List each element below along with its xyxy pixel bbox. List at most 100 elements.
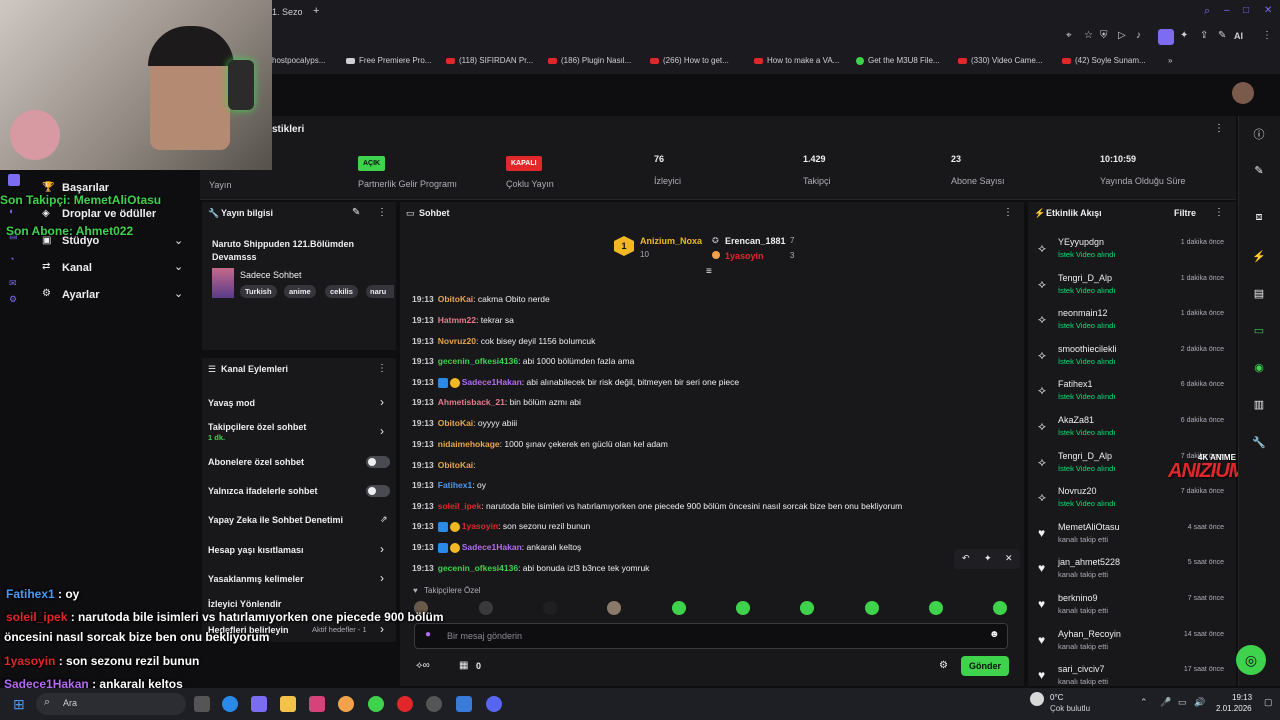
chevron-right-icon[interactable]: › — [380, 424, 384, 438]
list-item[interactable]: ⟡ Fatihex1 İstek Video alındı 6 dakika önce — [1038, 379, 1228, 413]
taskview-icon[interactable] — [194, 696, 210, 712]
chat-message[interactable]: 19:13 ObitoKai: oyyyy abiii — [412, 418, 517, 428]
list-item[interactable]: ⟡ YEyyupdgn İstek Video alındı 1 dakika önc… — [1038, 237, 1228, 271]
browser-tab-title[interactable]: 1. Sezo — [272, 7, 303, 17]
chat-username[interactable]: Hatmm22 — [438, 315, 476, 325]
chat-username[interactable]: 1yasoyin — [462, 521, 498, 531]
list-item[interactable]: ⟡ Novruz20 İstek Video alındı 7 dakika önce — [1038, 486, 1228, 520]
chat-username[interactable]: Fatihex1 — [438, 480, 473, 490]
twitch-icon[interactable] — [8, 174, 20, 186]
file-explorer-icon[interactable] — [280, 696, 296, 712]
activity-user[interactable]: MemetAliOtasu — [1058, 522, 1120, 532]
chevron-right-icon[interactable]: › — [380, 622, 384, 636]
bookmark-item[interactable]: (42) Soyle Sunam... — [1062, 56, 1146, 65]
obs-icon[interactable] — [426, 696, 442, 712]
chat-message[interactable]: 19:13 ObitoKai: cakma Obito nerde — [412, 294, 550, 304]
emote[interactable] — [543, 601, 557, 615]
activity-user[interactable]: berknino9 — [1058, 593, 1098, 603]
puzzle-icon[interactable]: ✦ — [1180, 30, 1188, 41]
list-item[interactable]: ♥ berknino9 kanalı takip etti 7 saat önce — [1038, 593, 1228, 627]
chat-username[interactable]: Novruz20 — [438, 336, 476, 346]
emote[interactable] — [479, 601, 493, 615]
gear-icon[interactable]: ⚙ — [939, 660, 948, 671]
search-box[interactable]: ⌕ Ara — [36, 693, 186, 715]
emote[interactable] — [865, 601, 879, 615]
chevron-up-icon[interactable]: ⌃ — [1140, 697, 1148, 708]
category-thumbnail[interactable] — [212, 268, 234, 298]
extension-icon[interactable] — [1158, 29, 1174, 45]
delete-icon[interactable]: ✕ — [1005, 553, 1013, 564]
stats-menu-icon[interactable]: ⋮ — [1214, 123, 1224, 134]
chat-message[interactable]: 19:13 gecenin_ofkesi4136: abi bonuda izl3… — [412, 563, 649, 573]
chat-message[interactable]: 19:13 Sadece1Hakan: ankaralı keltoş — [412, 542, 581, 553]
list-item[interactable]: ♥ Ayhan_Recoyin kanalı takip etti 14 saat ö… — [1038, 629, 1228, 663]
support-icon[interactable]: ◎ — [1236, 645, 1266, 675]
emote[interactable] — [929, 601, 943, 615]
weather-icon[interactable] — [1030, 692, 1044, 706]
chat-message[interactable]: 19:13 Novruz20: cok bisey deyil 1156 bolu… — [412, 336, 595, 346]
nav-rail-icon[interactable]: ◔ — [9, 254, 14, 264]
emote[interactable] — [736, 601, 750, 615]
reply-icon[interactable]: ↶ — [962, 553, 970, 564]
edit-icon[interactable]: ✎ — [1218, 30, 1226, 41]
emote[interactable] — [993, 601, 1007, 615]
chat-message[interactable]: 19:13 nidaimehokage: 1000 şınav çekerek e… — [412, 439, 668, 449]
chat-username[interactable]: Sadece1Hakan — [462, 377, 522, 387]
share-icon[interactable]: ⇪ — [1200, 30, 1208, 41]
chat-username[interactable]: ObitoKai — [438, 460, 473, 470]
close-icon[interactable]: ✕ — [1264, 5, 1272, 16]
play-icon[interactable]: ▷ — [1118, 30, 1126, 41]
microphone-icon[interactable]: 🎤 — [1160, 697, 1171, 708]
channel-points-icon[interactable]: ⟡∞ — [416, 660, 430, 671]
expand-icon[interactable]: ≡ — [706, 266, 712, 277]
emote-only-toggle[interactable] — [366, 485, 390, 497]
ai-moderation-label[interactable]: Yapay Zeka ile Sohbet Denetimi — [208, 515, 343, 525]
nav-rail-icon[interactable]: ✉ — [9, 278, 17, 289]
send-button[interactable]: Gönder — [961, 656, 1009, 676]
new-tab-icon[interactable]: + — [313, 5, 319, 17]
bookmark-item[interactable]: (118) SIFIRDAN Pr... — [446, 56, 533, 65]
list-item[interactable]: ⟡ smoothiecilekli İstek Video alındı 2 daki… — [1038, 344, 1228, 378]
chat-message[interactable]: 19:13 soleil_ipek: narutoda bile isimleri… — [412, 501, 902, 511]
tag[interactable]: Turkish — [240, 285, 277, 298]
list-item[interactable]: ⟡ AkaZa81 İstek Video alındı 6 dakika önce — [1038, 415, 1228, 449]
chevron-right-icon[interactable]: › — [380, 542, 384, 556]
bookmark-item[interactable]: Free Premiere Pro... — [346, 56, 431, 65]
broadcast-icon[interactable]: ◉ — [1252, 361, 1266, 375]
nav-rail-icon[interactable]: ◐ — [9, 206, 14, 216]
chevron-right-icon[interactable]: › — [380, 571, 384, 585]
more-icon[interactable]: ⋮ — [1214, 207, 1224, 218]
emote[interactable] — [800, 601, 814, 615]
more-icon[interactable]: ⋮ — [1003, 207, 1013, 218]
bookmark-item[interactable]: (330) Video Came... — [958, 56, 1042, 65]
activity-user[interactable]: Novruz20 — [1058, 486, 1097, 496]
activity-user[interactable]: YEyyupdgn — [1058, 237, 1104, 247]
list-item[interactable]: ♥ jan_ahmet5228 kanalı takip etti 5 saat ön… — [1038, 557, 1228, 591]
layout-icon[interactable]: ▥ — [1252, 398, 1266, 412]
chat-message[interactable]: 19:13 Hatmm22: tekrar sa — [412, 315, 514, 325]
sidebar-item-settings[interactable]: Ayarlar — [62, 289, 100, 301]
search-input[interactable]: Ara — [63, 698, 77, 708]
chat-input-box[interactable]: ● Bir mesaj gönderin ☻ — [414, 623, 1008, 649]
sidebar-item-drops[interactable]: Droplar ve ödüller — [62, 208, 156, 220]
activity-user[interactable]: Fatihex1 — [1058, 379, 1093, 389]
document-icon[interactable]: ▤ — [1252, 287, 1266, 301]
chevron-down-icon[interactable]: ⌄ — [174, 287, 183, 300]
star-icon[interactable]: ☆ — [1084, 30, 1093, 41]
avatar[interactable] — [1232, 82, 1254, 104]
minimize-icon[interactable]: – — [1224, 5, 1230, 16]
external-link-icon[interactable]: ⇗ — [380, 514, 388, 525]
bookmarks-more-icon[interactable]: » — [1168, 56, 1172, 65]
bell-icon[interactable]: ♪ — [1136, 30, 1141, 41]
chat-username[interactable]: gecenin_ofkesi4136 — [438, 356, 518, 366]
chat-message[interactable]: 19:13 gecenin_ofkesi4136: abi 1000 bölümd… — [412, 356, 634, 366]
discord-icon[interactable] — [486, 696, 502, 712]
capture-icon[interactable]: ⧈ — [1252, 211, 1266, 225]
emote[interactable] — [672, 601, 686, 615]
whatsapp-icon[interactable] — [368, 696, 384, 712]
search-icon[interactable]: ⌕ — [1204, 5, 1210, 18]
chat-username[interactable]: nidaimehokage — [438, 439, 500, 449]
network-icon[interactable]: ▭ — [1178, 697, 1187, 708]
bolt-icon[interactable]: ⚡ — [1252, 250, 1266, 264]
more-icon[interactable]: ⋮ — [377, 207, 387, 218]
